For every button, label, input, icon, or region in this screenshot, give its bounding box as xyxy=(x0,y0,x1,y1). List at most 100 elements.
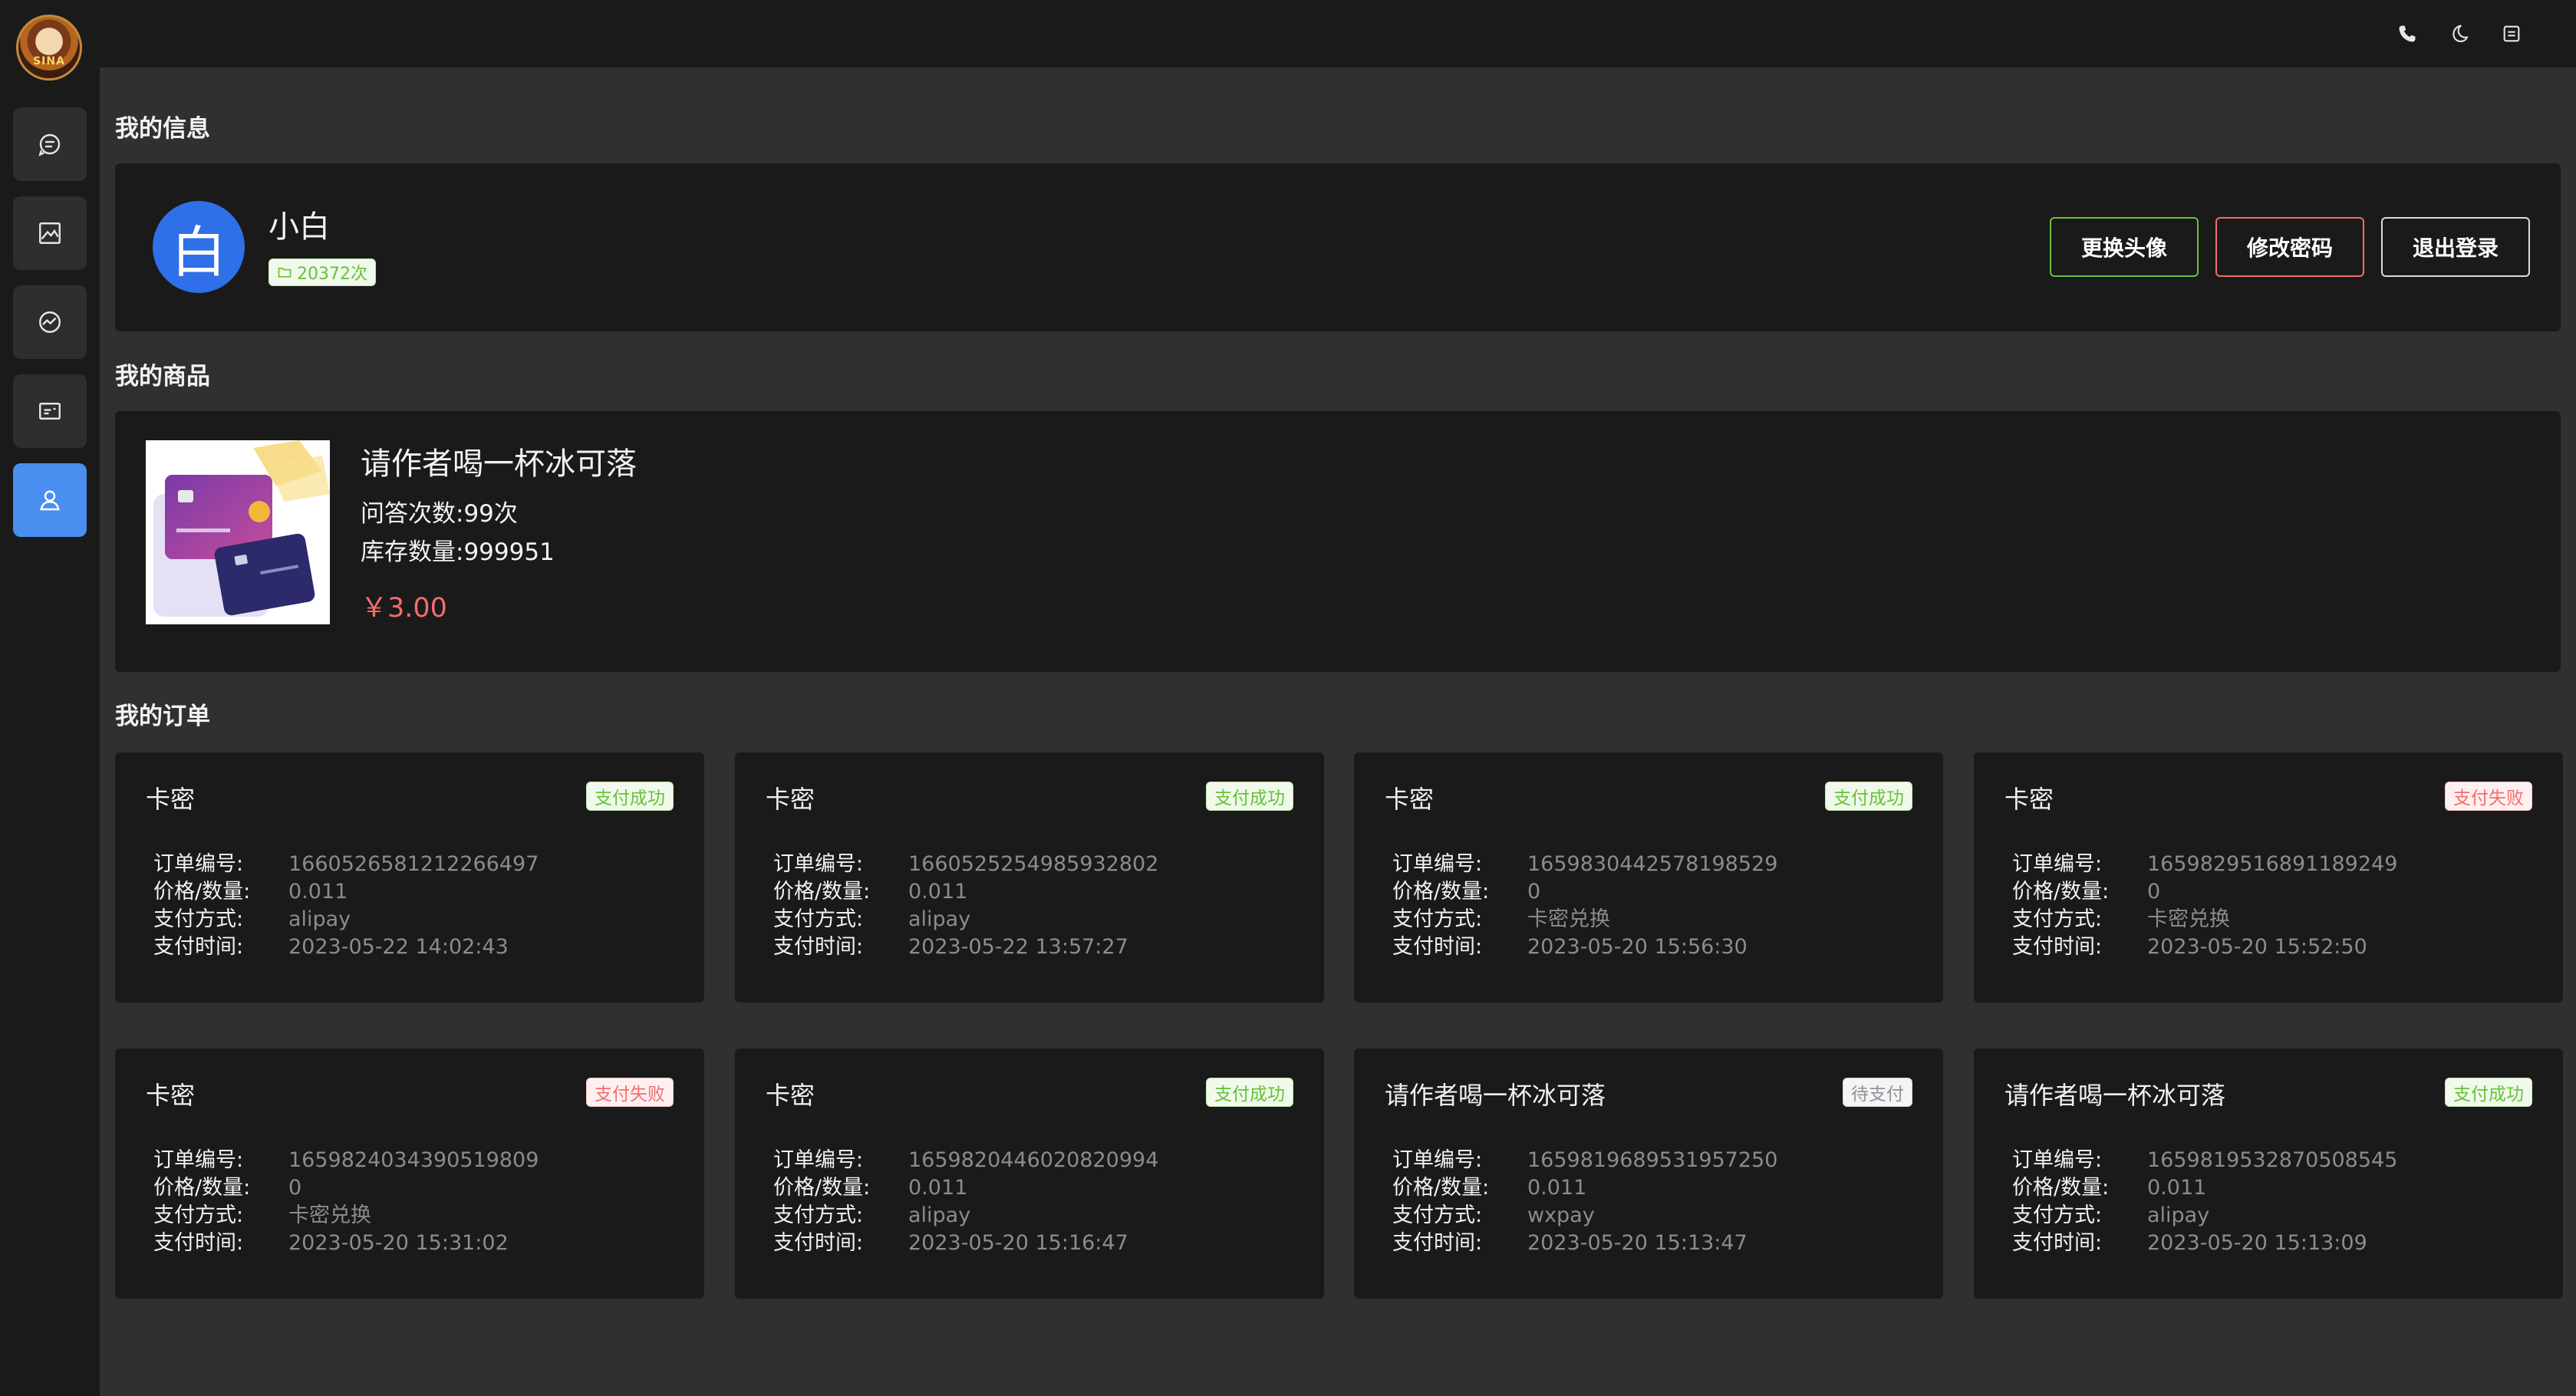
sidebar-item-chat[interactable] xyxy=(13,107,87,181)
field-value: 2023-05-20 15:13:09 xyxy=(2147,1231,2367,1255)
change-password-button[interactable]: 修改密码 xyxy=(2215,217,2364,277)
order-title: 卡密 xyxy=(2004,785,2054,814)
sidebar-item-user[interactable] xyxy=(13,463,87,537)
order-card[interactable]: 卡密 支付成功 订单编号: 1659830442578198529 价格/数量: 0 支付方… xyxy=(1354,752,1943,1003)
field-label: 订单编号: xyxy=(153,1148,244,1172)
theme-toggle-button[interactable] xyxy=(2446,20,2473,48)
field-value: 2023-05-22 13:57:27 xyxy=(908,935,1128,959)
folder-icon xyxy=(278,268,292,278)
sidebar-item-card[interactable] xyxy=(13,374,87,448)
order-field-pay-time: 支付时间: 2023-05-22 13:57:27 xyxy=(773,933,1158,961)
order-title: 卡密 xyxy=(146,1081,196,1110)
usage-count: 20372次 xyxy=(297,265,367,284)
field-label: 订单编号: xyxy=(153,852,244,876)
order-field-pay-method: 支付方式: alipay xyxy=(773,906,1158,933)
field-value: 1660526581212266497 xyxy=(288,852,539,876)
order-card[interactable]: 卡密 支付成功 订单编号: 1659820446020820994 价格/数量: 0.01… xyxy=(735,1049,1324,1299)
field-label: 支付方式: xyxy=(153,907,244,931)
field-value: 1659824034390519809 xyxy=(288,1148,539,1172)
app-logo[interactable]: SINA xyxy=(16,15,82,81)
order-field-price-qty: 价格/数量: 0 xyxy=(2012,878,2397,906)
field-value: 1659819689531957250 xyxy=(1527,1148,1778,1172)
order-field-pay-time: 支付时间: 2023-05-20 15:16:47 xyxy=(773,1230,1158,1257)
phone-button[interactable] xyxy=(2393,20,2421,48)
field-value: 0.011 xyxy=(1527,1176,1587,1200)
credit-card-illustration xyxy=(146,440,330,624)
order-field-price-qty: 价格/数量: 0 xyxy=(153,1174,539,1202)
order-card[interactable]: 卡密 支付失败 订单编号: 1659829516891189249 价格/数量: 0 支付方… xyxy=(1974,752,2563,1003)
field-value: 1659829516891189249 xyxy=(2147,852,2398,876)
order-card[interactable]: 卡密 支付失败 订单编号: 1659824034390519809 价格/数量: 0 支付方… xyxy=(115,1049,704,1299)
order-details: 订单编号: 1659819532870508545 价格/数量: 0.011 支付方式:… xyxy=(2012,1147,2397,1257)
order-field-order-no: 订单编号: 1659824034390519809 xyxy=(153,1147,539,1174)
order-field-order-no: 订单编号: 1659830442578198529 xyxy=(1392,851,1777,878)
order-card[interactable]: 卡密 支付成功 订单编号: 1660526581212266497 价格/数量: 0.01… xyxy=(115,752,704,1003)
order-details: 订单编号: 1660526581212266497 价格/数量: 0.011 支付方式:… xyxy=(153,851,539,961)
order-field-price-qty: 价格/数量: 0.011 xyxy=(1392,1174,1777,1202)
field-label: 支付方式: xyxy=(2012,907,2103,931)
field-label: 支付时间: xyxy=(1392,1231,1483,1255)
sidebar-item-mindmap[interactable] xyxy=(13,285,87,359)
field-label: 价格/数量: xyxy=(773,1176,871,1200)
field-label: 支付时间: xyxy=(2012,935,2103,959)
order-status-badge: 支付成功 xyxy=(1206,782,1293,811)
order-status-badge: 支付成功 xyxy=(1825,782,1912,811)
order-field-pay-method: 支付方式: 卡密兑换 xyxy=(2012,906,2397,933)
fullscreen-button[interactable] xyxy=(2498,20,2525,48)
order-field-pay-method: 支付方式: wxpay xyxy=(1392,1202,1777,1230)
profile-panel: 白 小白 20372次 更换头像 修改密码 退出登录 xyxy=(115,163,2561,331)
order-field-pay-time: 支付时间: 2023-05-20 15:56:30 xyxy=(1392,933,1777,961)
field-value: 2023-05-22 14:02:43 xyxy=(288,935,509,959)
field-label: 支付时间: xyxy=(773,1231,864,1255)
mindmap-icon xyxy=(39,311,61,333)
field-label: 支付方式: xyxy=(153,1203,244,1227)
field-label: 支付方式: xyxy=(2012,1203,2103,1227)
field-value: 0 xyxy=(1527,880,1541,904)
change-avatar-button[interactable]: 更换头像 xyxy=(2050,217,2199,277)
field-value: 2023-05-20 15:56:30 xyxy=(1527,935,1748,959)
field-value: 2023-05-20 15:16:47 xyxy=(908,1231,1128,1255)
field-value: 2023-05-20 15:52:50 xyxy=(2147,935,2367,959)
field-value: 卡密兑换 xyxy=(2147,907,2230,931)
order-status-badge: 支付成功 xyxy=(2445,1078,2532,1107)
order-field-pay-time: 支付时间: 2023-05-22 14:02:43 xyxy=(153,933,539,961)
order-field-order-no: 订单编号: 1659819532870508545 xyxy=(2012,1147,2397,1174)
image-icon xyxy=(39,222,61,244)
order-card[interactable]: 卡密 支付成功订单编号: 1660525254985932802 价格/数量: 0.01… xyxy=(735,752,1324,1003)
field-label: 订单编号: xyxy=(2012,1148,2103,1172)
order-status-badge: 支付失败 xyxy=(2445,782,2532,811)
order-field-pay-time: 支付时间: 2023-05-20 15:31:02 xyxy=(153,1230,539,1257)
order-field-price-qty: 价格/数量: 0.011 xyxy=(2012,1174,2397,1202)
field-label: 价格/数量: xyxy=(2012,1176,2110,1200)
field-value: alipay xyxy=(908,1203,971,1227)
order-field-price-qty: 价格/数量: 0 xyxy=(1392,878,1777,906)
field-label: 支付方式: xyxy=(773,907,864,931)
order-title: 卡密 xyxy=(766,1081,815,1110)
field-label: 支付时间: xyxy=(1392,935,1483,959)
order-details: 订单编号: 1659819689531957250 价格/数量: 0.011 支付方式:… xyxy=(1392,1147,1777,1257)
product-name: 请作者喝一杯冰可落 xyxy=(361,446,637,482)
order-title: 卡密 xyxy=(766,785,815,814)
field-value: 1659830442578198529 xyxy=(1527,852,1778,876)
field-value: 1660525254985932802 xyxy=(908,852,1159,876)
order-field-pay-method: 支付方式: alipay xyxy=(773,1202,1158,1230)
order-field-pay-method: 支付方式: 卡密兑换 xyxy=(1392,906,1777,933)
order-field-price-qty: 价格/数量: 0.011 xyxy=(773,878,1158,906)
field-label: 支付方式: xyxy=(1392,907,1483,931)
moon-icon xyxy=(2452,25,2469,42)
sidebar-item-image[interactable] xyxy=(13,196,87,270)
qa-count-label: 问答次数: xyxy=(361,500,464,528)
field-label: 支付时间: xyxy=(2012,1231,2103,1255)
field-label: 订单编号: xyxy=(773,1148,864,1172)
phone-icon xyxy=(2399,25,2416,42)
logout-button[interactable]: 退出登录 xyxy=(2381,217,2530,277)
order-card[interactable]: 请作者喝一杯冰可落 待支付 订单编号: 1659819689531957250 价格/数… xyxy=(1354,1049,1943,1299)
field-label: 价格/数量: xyxy=(153,1176,251,1200)
field-value: 卡密兑换 xyxy=(288,1203,371,1227)
order-field-order-no: 订单编号: 1660525254985932802 xyxy=(773,851,1158,878)
order-field-pay-time: 支付时间: 2023-05-20 15:13:09 xyxy=(2012,1230,2397,1257)
order-field-pay-time: 支付时间: 2023-05-20 15:52:50 xyxy=(2012,933,2397,961)
field-label: 支付时间: xyxy=(153,935,244,959)
order-card[interactable]: 请作者喝一杯冰可落 支付成功 订单编号: 1659819532870508545 价格/… xyxy=(1974,1049,2563,1299)
sidebar: SINA xyxy=(0,0,100,1396)
